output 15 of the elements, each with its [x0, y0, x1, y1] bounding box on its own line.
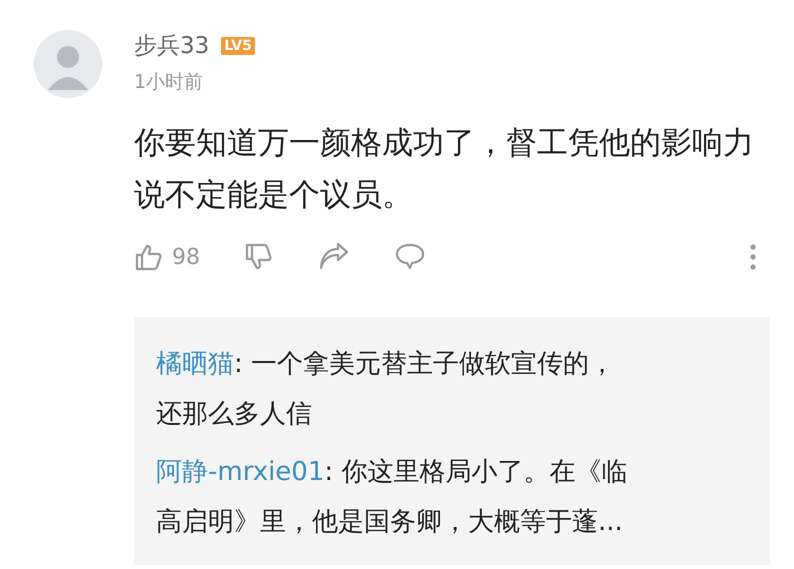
like-button[interactable]: 98 [134, 242, 200, 272]
reply-text: 橘晒猫: 一个拿美元替主子做软宣传的，还那么多人信 [156, 348, 616, 431]
more-icon[interactable] [750, 244, 756, 270]
reply-button[interactable] [394, 242, 426, 272]
share-button[interactable] [318, 242, 350, 272]
username[interactable]: 步兵33 [134, 30, 210, 61]
comment-text: 你要知道万一颜格成功了，督工凭他的影响力说不定能是个议员。 [134, 124, 754, 215]
reply-author-link[interactable]: 橘晒猫 [156, 349, 234, 379]
thumbs-up-icon [134, 242, 164, 272]
avatar[interactable] [34, 30, 102, 98]
level-badge: LV5 [221, 36, 255, 54]
post-time: 1小时前 [134, 70, 204, 95]
reply-author-link[interactable]: 阿静-mrxie01 [156, 457, 324, 487]
reply-text: 阿静-mrxie01: 你这里格局小了。在《临高启明》里，他是国务卿，大概等于蓬... [156, 456, 628, 539]
dislike-button[interactable] [244, 242, 274, 272]
